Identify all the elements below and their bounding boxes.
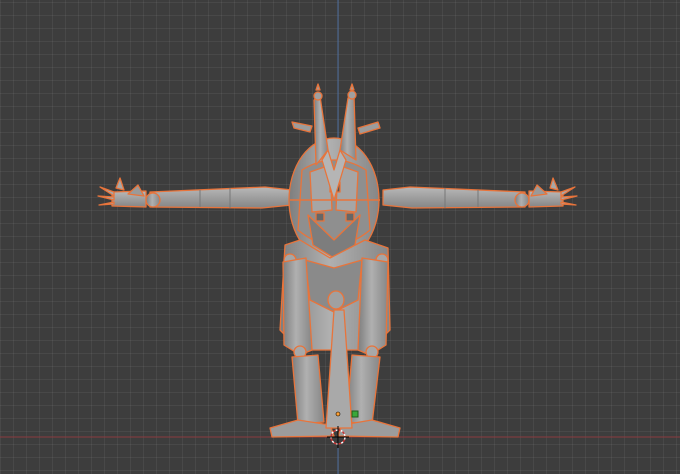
left-arm[interactable] [97, 177, 293, 209]
viewport-scene[interactable] [0, 0, 680, 474]
right-arm[interactable] [382, 177, 578, 209]
light-gizmo-icon[interactable] [351, 410, 359, 418]
3d-viewport[interactable] [0, 0, 680, 474]
object-origin-icon[interactable] [335, 411, 341, 417]
